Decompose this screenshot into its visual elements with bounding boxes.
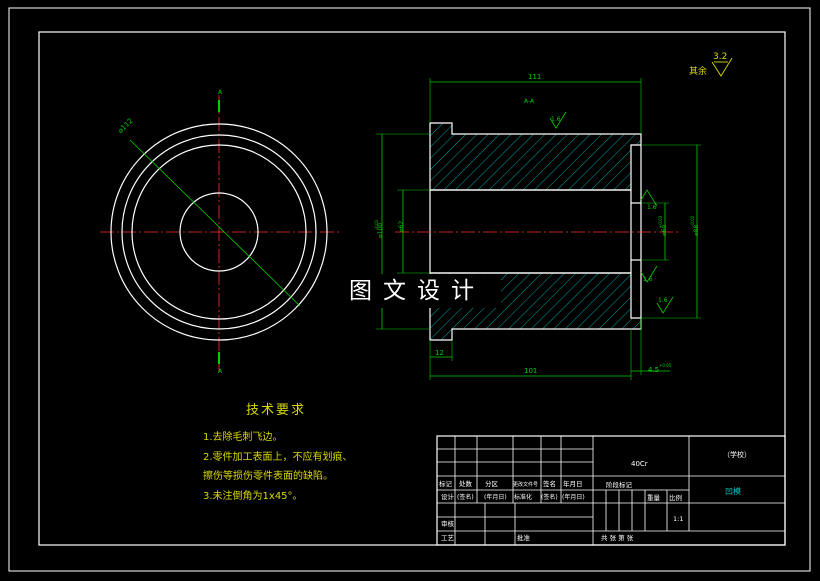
watermark: 图文设计 bbox=[333, 274, 501, 308]
general-roughness-note: 其余 3.2 bbox=[689, 52, 733, 77]
tech-line-4: 3.未注倒角为1x45°。 bbox=[203, 490, 303, 502]
tech-requirements: 1.去除毛刺飞边。 2.零件加工表面上，不应有划痕、 擦伤等损伤零件表面的缺陷。… bbox=[203, 428, 353, 506]
tech-line-1: 1.去除毛刺飞边。 bbox=[203, 432, 283, 443]
tb-count: 处数 bbox=[459, 479, 473, 488]
roughness-top-symbol: 1.6 bbox=[549, 111, 567, 129]
tb-designer-date: (年月日) bbox=[484, 493, 507, 501]
roughness-top: 1.6 bbox=[551, 116, 561, 123]
dim-right-chamfer-tol: +0.05 bbox=[659, 363, 672, 368]
tb-school: （学校） bbox=[723, 450, 751, 459]
dim-right-chamfer: 4.5 bbox=[648, 366, 659, 374]
dim-flange-width: 12 bbox=[435, 349, 444, 357]
tb-scale-value: 1:1 bbox=[673, 515, 683, 523]
roughness-bottom-symbol: 1.6 bbox=[656, 296, 674, 314]
dim-total-length: 111 bbox=[528, 73, 541, 81]
tb-zone: 分区 bbox=[485, 479, 499, 488]
tb-material: 40Cr bbox=[631, 460, 648, 468]
end-view-diameter-label: ⌀112 bbox=[116, 117, 134, 135]
tb-scale: 比例 bbox=[669, 493, 682, 502]
tb-stage-mark: 阶段标记 bbox=[606, 480, 633, 489]
tech-line-2: 2.零件加工表面上，不应有划痕、 bbox=[203, 451, 353, 463]
dim-inner-right-tol: +0.03 bbox=[658, 215, 663, 228]
tb-part-name: 凹模 bbox=[725, 486, 741, 496]
title-block-text: 标记 处数 分区 更改文件号 签名 年月日 设计 (签名) (年月日) 标准化 … bbox=[439, 450, 751, 542]
section-label: A-A bbox=[524, 98, 535, 105]
tb-change-doc: 更改文件号 bbox=[513, 481, 538, 488]
dim-bore-tol: -0.01 bbox=[374, 219, 379, 230]
roughness-mid2-symbol: 1.6 bbox=[640, 265, 658, 283]
roughness-mid1-symbol: 1.6 bbox=[640, 189, 658, 211]
tb-standard-date: (年月日) bbox=[562, 493, 585, 501]
tb-designer-sign: (签名) bbox=[457, 493, 474, 501]
roughness-general: 3.2 bbox=[713, 52, 727, 62]
tb-process: 工艺 bbox=[441, 534, 455, 542]
dim-inner: ⌀62 bbox=[398, 221, 405, 232]
tb-sign: 签名 bbox=[543, 479, 556, 488]
dim-outer-right-tol: -0.02 bbox=[690, 215, 695, 226]
roughness-other-label: 其余 bbox=[689, 65, 707, 77]
tb-date: 年月日 bbox=[563, 479, 583, 488]
tb-weight: 重量 bbox=[647, 494, 661, 502]
bottom-section-marker: A bbox=[218, 368, 223, 375]
top-section-marker: A bbox=[218, 89, 223, 96]
roughness-mid2: 1.6 bbox=[643, 276, 653, 283]
tb-mark: 标记 bbox=[439, 479, 453, 488]
roughness-bottom: 1.6 bbox=[658, 297, 668, 304]
dim-body-length: 101 bbox=[524, 367, 537, 375]
tb-review: 审核 bbox=[441, 519, 455, 528]
end-view: ⌀112 A A bbox=[100, 89, 340, 375]
tb-sheets: 共 张 第 张 bbox=[601, 533, 634, 542]
tech-line-3: 擦伤等损伤零件表面的缺陷。 bbox=[203, 471, 333, 482]
tech-requirements-title: 技术要求 bbox=[246, 403, 307, 418]
roughness-mid1: 1.6 bbox=[647, 204, 657, 211]
tb-standard-sign: (签名) bbox=[541, 493, 558, 501]
tb-standard: 标准化 bbox=[514, 493, 532, 501]
section-view: 111 A-A 101 12 4.5 +0.05 ⌀100 -0.01 ⌀62 … bbox=[374, 73, 701, 380]
tb-designer: 设计 bbox=[441, 492, 455, 501]
tb-approve: 批准 bbox=[517, 533, 531, 542]
upper-wall-hatch bbox=[429, 122, 642, 191]
